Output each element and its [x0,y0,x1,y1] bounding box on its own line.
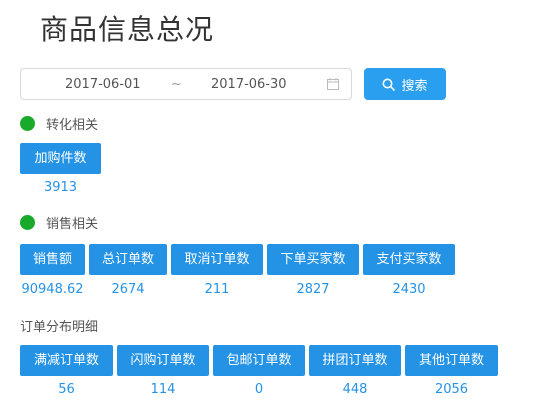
conversion-metric-values: 3913 [20,180,101,195]
metric-value-free-shipping-orders: 0 [254,382,264,397]
metric-value-paying-buyers: 2430 [392,282,426,297]
metric-button-paying-buyers[interactable]: 支付买家数 [363,244,455,275]
search-icon [382,78,396,91]
metric-value-flash-sale-orders: 114 [150,382,176,397]
metric-value-ordering-buyers: 2827 [296,282,330,297]
metric-button-group-buy-orders[interactable]: 拼团订单数 [309,345,401,376]
metric-value-discount-orders: 56 [58,382,75,397]
orders-metric-buttons: 满减订单数 闪购订单数 包邮订单数 拼团订单数 其他订单数 [20,345,498,376]
status-dot [20,116,35,131]
search-button[interactable]: 搜索 [364,68,446,100]
metric-button-discount-orders[interactable]: 满减订单数 [20,345,113,376]
end-date-input[interactable]: 2017-06-30 [211,77,287,92]
status-dot [20,215,35,230]
section-conversion-header: 转化相关 [20,114,98,133]
start-date-input[interactable]: 2017-06-01 [65,77,141,92]
orders-metric-values: 56 114 0 448 2056 [20,382,498,397]
search-button-label: 搜索 [401,78,428,94]
metric-button-other-orders[interactable]: 其他订单数 [405,345,498,376]
date-separator: ~ [171,76,182,92]
section-sales-header: 销售相关 [20,213,98,232]
metric-value-total-orders: 2674 [111,282,145,297]
page-title: 商品信息总况 [40,13,215,46]
section-orders-title: 订单分布明细 [20,320,99,335]
metric-value-cancelled-orders: 211 [204,282,230,297]
metric-button-flash-sale-orders[interactable]: 闪购订单数 [117,345,209,376]
sales-metric-values: 90948.62 2674 211 2827 2430 [20,282,455,297]
metric-value-other-orders: 2056 [434,382,469,397]
metric-button-free-shipping-orders[interactable]: 包邮订单数 [213,345,305,376]
sales-metric-buttons: 销售额 总订单数 取消订单数 下单买家数 支付买家数 [20,244,455,275]
section-sales-title: 销售相关 [46,217,99,232]
metric-value-sales-amount: 90948.62 [21,282,84,297]
section-conversion-title: 转化相关 [46,118,99,133]
metric-button-total-orders[interactable]: 总订单数 [89,244,167,275]
metric-button-ordering-buyers[interactable]: 下单买家数 [267,244,359,275]
date-range-picker[interactable]: 2017-06-01 ~ 2017-06-30 [20,68,352,100]
metric-button-sales-amount[interactable]: 销售额 [20,244,85,275]
metric-button-cancelled-orders[interactable]: 取消订单数 [171,244,263,275]
metric-value-add-to-cart: 3913 [43,180,78,195]
conversion-metric-buttons: 加购件数 [20,143,101,174]
metric-button-add-to-cart[interactable]: 加购件数 [20,143,101,174]
calendar-icon[interactable] [327,78,339,90]
metric-value-group-buy-orders: 448 [342,382,368,397]
